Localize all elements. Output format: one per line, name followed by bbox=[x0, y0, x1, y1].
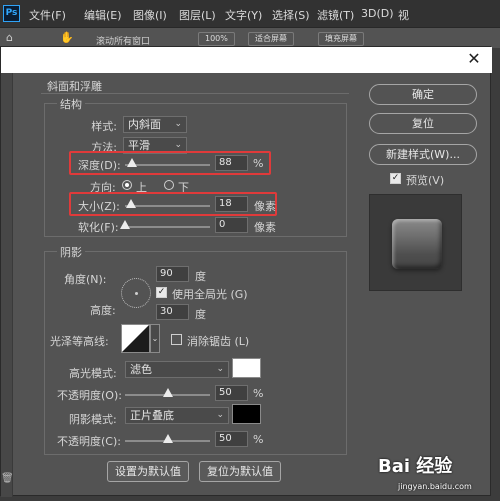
preview-label: 预览(V) bbox=[406, 174, 445, 187]
gloss-contour-label: 光泽等高线: bbox=[50, 335, 109, 348]
chevron-down-icon: ⌄ bbox=[174, 119, 182, 129]
shadow-opacity-label: 不透明度(C): bbox=[57, 435, 121, 448]
reset-default-button[interactable]: 复位为默认值 bbox=[199, 461, 281, 482]
depth-slider-track[interactable] bbox=[125, 164, 210, 166]
baidu-watermark: Bai 经验 bbox=[378, 456, 453, 477]
contour-curve-icon bbox=[122, 325, 149, 352]
global-light-checkbox[interactable]: ✓ bbox=[156, 287, 167, 298]
depth-unit: % bbox=[253, 157, 264, 170]
menu-layer[interactable]: 图层(L) bbox=[179, 7, 216, 23]
style-select[interactable]: 内斜面 ⌄ bbox=[123, 116, 187, 133]
menu-filter[interactable]: 滤镜(T) bbox=[317, 7, 354, 23]
set-default-button[interactable]: 设置为默认值 bbox=[107, 461, 189, 482]
close-icon[interactable]: ✕ bbox=[466, 50, 482, 68]
anti-alias-checkbox[interactable] bbox=[171, 334, 182, 345]
menu-edit[interactable]: 编辑(E) bbox=[84, 7, 122, 23]
angle-input[interactable]: 90 bbox=[156, 266, 189, 282]
angle-dial[interactable] bbox=[121, 278, 151, 308]
chevron-down-icon: ⌄ bbox=[216, 364, 224, 374]
styles-list-strip[interactable] bbox=[1, 73, 13, 497]
soften-slider-thumb[interactable] bbox=[120, 220, 130, 229]
soften-slider-track[interactable] bbox=[125, 226, 210, 228]
shadow-mode-label: 阴影模式: bbox=[69, 413, 117, 426]
style-label: 样式: bbox=[91, 120, 117, 133]
highlight-mode-select[interactable]: 滤色 ⌄ bbox=[125, 361, 229, 378]
preview-checkbox[interactable]: ✓ bbox=[390, 173, 401, 184]
highlight-color-swatch[interactable] bbox=[232, 358, 261, 378]
shading-title: 阴影 bbox=[57, 244, 85, 260]
menu-select[interactable]: 选择(S) bbox=[272, 7, 310, 23]
layer-style-dialog: ✕ 🗑 斜面和浮雕 结构 样式: 内斜面 ⌄ 方法: 平滑 ⌄ 深度(D): 8… bbox=[0, 46, 492, 497]
zoom-100-button[interactable]: 100% bbox=[198, 32, 235, 46]
shadow-mode-select[interactable]: 正片叠底 ⌄ bbox=[125, 407, 229, 424]
trash-icon[interactable]: 🗑 bbox=[1, 473, 14, 485]
menu-image[interactable]: 图像(I) bbox=[133, 7, 167, 23]
soften-unit: 像素 bbox=[254, 221, 276, 234]
angle-unit: 度 bbox=[195, 270, 206, 283]
ok-button[interactable]: 确定 bbox=[369, 84, 477, 105]
fill-screen-button[interactable]: 填充屏幕 bbox=[318, 32, 364, 46]
highlight-opacity-input[interactable]: 50 bbox=[215, 385, 248, 401]
soften-input[interactable]: 0 bbox=[215, 217, 248, 233]
anti-alias-label: 消除锯齿 (L) bbox=[187, 335, 250, 348]
size-slider-track[interactable] bbox=[125, 205, 210, 207]
highlight-opacity-unit: % bbox=[253, 387, 264, 400]
highlight-opacity-thumb[interactable] bbox=[162, 388, 173, 397]
shadow-color-swatch[interactable] bbox=[232, 404, 261, 424]
highlight-opacity-label: 不透明度(O): bbox=[57, 389, 122, 402]
options-bar: ⌂ ✋ 滚动所有窗口 100% 适合屏幕 填充屏幕 bbox=[0, 27, 500, 48]
depth-label: 深度(D): bbox=[78, 159, 121, 172]
menu-view[interactable]: 视 bbox=[398, 7, 409, 23]
new-style-button[interactable]: 新建样式(W)... bbox=[369, 144, 477, 165]
gloss-contour-preview[interactable] bbox=[121, 324, 150, 353]
shadow-opacity-unit: % bbox=[253, 433, 264, 446]
reset-button[interactable]: 复位 bbox=[369, 113, 477, 134]
style-preview-swatch bbox=[392, 219, 442, 269]
global-light-label: 使用全局光 (G) bbox=[172, 288, 248, 301]
shadow-opacity-input[interactable]: 50 bbox=[215, 431, 248, 447]
photoshop-logo-icon: Ps bbox=[3, 5, 20, 22]
chevron-down-icon: ⌄ bbox=[216, 410, 224, 420]
depth-slider-thumb[interactable] bbox=[127, 158, 138, 167]
home-icon[interactable]: ⌂ bbox=[6, 31, 13, 44]
menu-bar: Ps 文件(F) 编辑(E) 图像(I) 图层(L) 文字(Y) 选择(S) 滤… bbox=[0, 0, 500, 27]
direction-up-radio[interactable] bbox=[122, 180, 132, 190]
bevel-divider bbox=[41, 93, 349, 94]
structure-title: 结构 bbox=[57, 96, 85, 112]
contour-dropdown-arrow[interactable]: ⌄ bbox=[150, 324, 160, 353]
angle-label: 角度(N): bbox=[64, 273, 107, 286]
fit-screen-button[interactable]: 适合屏幕 bbox=[248, 32, 294, 46]
altitude-unit: 度 bbox=[195, 308, 206, 321]
menu-file[interactable]: 文件(F) bbox=[29, 7, 66, 23]
size-input[interactable]: 18 bbox=[215, 196, 248, 212]
bevel-emboss-title: 斜面和浮雕 bbox=[47, 80, 102, 93]
size-unit: 像素 bbox=[254, 200, 276, 213]
hand-tool-icon[interactable]: ✋ bbox=[60, 31, 74, 44]
menu-type[interactable]: 文字(Y) bbox=[225, 7, 262, 23]
menu-3d[interactable]: 3D(D) bbox=[361, 7, 394, 20]
style-preview bbox=[369, 194, 462, 291]
size-slider-thumb[interactable] bbox=[126, 199, 137, 208]
direction-down-radio[interactable] bbox=[164, 180, 174, 190]
dialog-titlebar: ✕ bbox=[1, 47, 492, 73]
baidu-watermark-url: jingyan.baidu.com bbox=[398, 482, 472, 491]
depth-input[interactable]: 88 bbox=[215, 155, 248, 171]
shadow-mode-value: 正片叠底 bbox=[130, 409, 174, 422]
highlight-mode-value: 滤色 bbox=[130, 363, 152, 376]
highlight-mode-label: 高光模式: bbox=[69, 367, 117, 380]
size-label: 大小(Z): bbox=[78, 200, 120, 213]
soften-label: 软化(F): bbox=[78, 221, 119, 234]
altitude-label: 高度: bbox=[90, 304, 116, 317]
altitude-input[interactable]: 30 bbox=[156, 304, 189, 320]
shadow-opacity-thumb[interactable] bbox=[162, 434, 173, 443]
style-select-value: 内斜面 bbox=[128, 118, 161, 131]
